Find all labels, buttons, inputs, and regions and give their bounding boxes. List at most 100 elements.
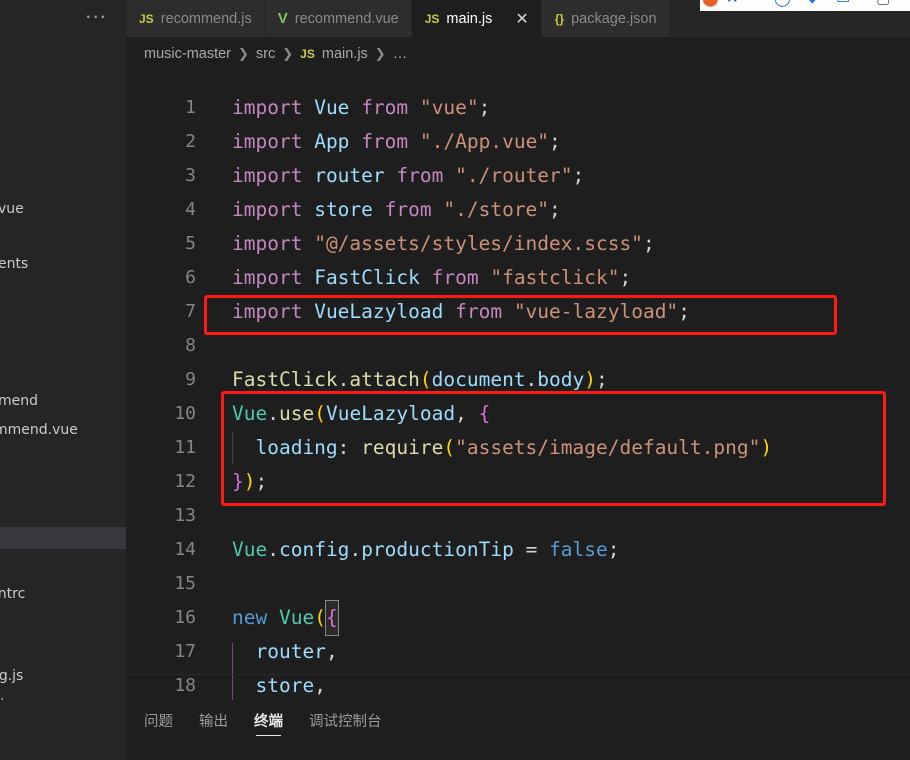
browser-toolbar-bleed: ⬤ ✕ ◯ ⬇ ▭ ▢ <box>700 0 910 11</box>
sidebar-folder-components[interactable]: ents <box>0 253 126 275</box>
code-token: , <box>325 640 338 663</box>
close-icon: ✕ <box>726 0 739 6</box>
code-token: from <box>361 130 409 153</box>
line-number: 2 <box>185 131 196 152</box>
sidebar-item-label: ents <box>0 256 29 272</box>
code-line[interactable]: import FastClick from "fastclick"; <box>232 261 631 295</box>
code-line[interactable]: import router from "./router"; <box>232 159 584 193</box>
editor-tab-recommend-js[interactable]: JS recommend.js <box>126 0 265 37</box>
sidebar-file-eslintrc[interactable]: lintrc <box>0 583 126 605</box>
code-token: ; <box>255 470 268 493</box>
code-token: { <box>478 402 491 425</box>
code-line[interactable]: import Vue from "vue"; <box>232 91 490 125</box>
line-number: 6 <box>185 267 196 288</box>
code-token: use <box>278 402 315 425</box>
code-token: attach <box>349 368 420 391</box>
breadcrumb-part-folder[interactable]: src <box>256 46 275 62</box>
code-token: ( <box>443 436 456 459</box>
code-token: import <box>232 198 303 221</box>
panel-tab-output[interactable]: 输出 <box>199 710 228 736</box>
chevron-right-icon: ❯ <box>282 46 294 61</box>
sidebar-file-recommend-vue[interactable]: mmend.vue <box>0 419 126 441</box>
download-icon: ⬇ <box>806 0 819 6</box>
code-token: ; <box>596 368 608 391</box>
code-token: new <box>232 606 268 629</box>
code-token: VueLazyload <box>314 300 444 323</box>
breadcrumb-part-file[interactable]: main.js <box>322 46 368 62</box>
code-line[interactable]: loading: require("assets/image/default.p… <box>232 431 772 465</box>
code-token: productionTip <box>361 538 514 561</box>
chevron-right-icon: ❯ <box>374 46 386 61</box>
code-token: config <box>278 538 350 561</box>
code-line[interactable]: router, <box>232 635 338 669</box>
close-icon[interactable]: ✕ <box>515 10 528 27</box>
code-token: "assets/image/default.png" <box>455 436 761 459</box>
code-token: Vue <box>232 402 268 425</box>
code-line[interactable]: import "@/assets/styles/index.scss"; <box>232 227 655 261</box>
explorer-sidebar[interactable]: ··· vueentsmendmmend.vuelintrcfig.jsj.js… <box>0 0 126 760</box>
panel-tab-debug-console[interactable]: 调试控制台 <box>309 710 382 736</box>
sidebar-file-partial-1[interactable] <box>0 110 126 132</box>
editor-tab-recommend-vue[interactable]: Vrecommend.vue <box>264 0 412 37</box>
current-line-border <box>126 674 910 675</box>
code-line[interactable]: FastClick.attach(document.body); <box>232 363 608 397</box>
sidebar-item-selected[interactable] <box>0 527 126 549</box>
code-token: "vue-lazyload" <box>513 300 679 323</box>
panel-sidebar-filler <box>0 700 126 760</box>
tab-label: recommend.vue <box>294 10 399 27</box>
code-token: FastClick <box>314 266 420 289</box>
code-token: , <box>314 674 326 697</box>
panel-tab-terminal[interactable]: 终端 <box>254 710 283 736</box>
code-line[interactable]: import store from "./store"; <box>232 193 561 227</box>
code-line[interactable]: new Vue({ <box>232 600 339 636</box>
code-line[interactable]: Vue.use(VueLazyload, { <box>232 397 490 431</box>
code-editor[interactable]: 1 import Vue from "vue"; 2 import App from … <box>126 71 910 700</box>
line-number: 13 <box>174 505 196 526</box>
editor-tab-package-json[interactable]: {} package.json <box>541 0 670 37</box>
code-token: ; <box>607 538 620 561</box>
explorer-overflow-menu[interactable]: ··· <box>86 10 108 26</box>
line-number: 4 <box>185 199 196 220</box>
breadcrumb-part-project[interactable]: music-master <box>144 46 231 62</box>
code-token: = <box>525 538 538 561</box>
breadcrumb[interactable]: music-master ❯ src ❯ JS main.js ❯ … <box>126 37 910 71</box>
code-token: . <box>267 538 279 561</box>
editor-tab-main-js[interactable]: JS main.js ✕ <box>411 0 542 37</box>
sidebar-file-vue-config[interactable]: fig.js <box>0 665 126 687</box>
js-icon: JS <box>424 11 440 26</box>
line-number: 11 <box>174 437 196 458</box>
vue-icon: V <box>277 10 288 27</box>
code-token: "./router" <box>455 164 573 187</box>
sidebar-file-vue[interactable]: vue <box>0 198 126 220</box>
line-number: 8 <box>185 335 196 356</box>
code-token: import <box>232 266 303 289</box>
code-line[interactable]: import VueLazyload from "vue-lazyload"; <box>232 295 690 329</box>
code-line[interactable]: }); <box>232 465 267 499</box>
bottom-panel[interactable]: 问题 输出 终端 调试控制台 <box>126 700 910 760</box>
code-token: , <box>455 402 467 425</box>
panel-tab-problems[interactable]: 问题 <box>144 710 173 736</box>
indent-guide-active <box>232 643 233 700</box>
sidebar-folder-recommend[interactable]: mend <box>0 390 126 412</box>
code-token: document <box>431 368 526 391</box>
code-token: from <box>361 96 409 119</box>
code-line[interactable]: Vue.config.productionTip = false; <box>232 533 620 567</box>
line-number: 9 <box>185 369 196 390</box>
code-token: ( <box>314 402 326 425</box>
breadcrumb-part-symbols[interactable]: … <box>393 46 408 62</box>
line-number: 14 <box>174 539 196 560</box>
code-line[interactable]: import App from "./App.vue"; <box>232 125 561 159</box>
